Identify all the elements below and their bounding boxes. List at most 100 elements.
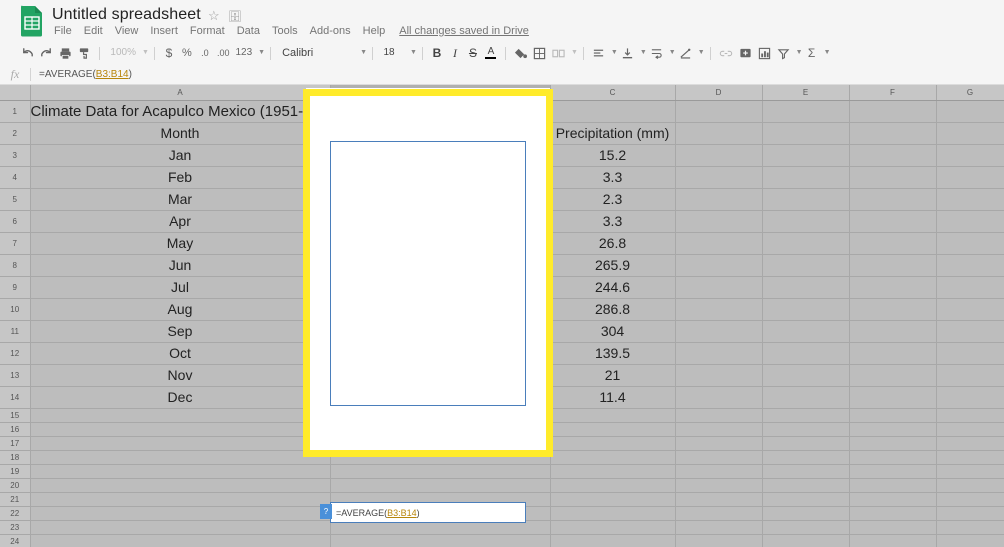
more-formats-button[interactable]: 123 bbox=[232, 44, 255, 62]
spreadsheet-grid[interactable]: A B C D E F G 1 Climate Data for Acapulc… bbox=[0, 85, 1004, 547]
cell-g10[interactable] bbox=[936, 298, 1004, 321]
cell-g8[interactable] bbox=[936, 254, 1004, 277]
borders-icon[interactable] bbox=[530, 44, 549, 62]
redo-icon[interactable] bbox=[37, 44, 56, 62]
row-header-11[interactable]: 11 bbox=[0, 320, 31, 343]
cell-f2[interactable] bbox=[849, 122, 937, 145]
bold-button[interactable]: B bbox=[428, 44, 446, 62]
cell-d8[interactable] bbox=[675, 254, 763, 277]
cell-e20[interactable] bbox=[762, 478, 850, 493]
cell-e18[interactable] bbox=[762, 450, 850, 465]
chevron-down-icon[interactable]: ▼ bbox=[142, 44, 149, 62]
row-header-24[interactable]: 24 bbox=[0, 534, 31, 547]
row-header-10[interactable]: 10 bbox=[0, 298, 31, 321]
cell-d5[interactable] bbox=[675, 188, 763, 211]
column-header-a[interactable]: A bbox=[30, 85, 331, 101]
cell-a15[interactable] bbox=[30, 408, 331, 423]
cell-c3[interactable]: 15.2 bbox=[550, 144, 676, 167]
cell-c7[interactable]: 26.8 bbox=[550, 232, 676, 255]
cell-g15[interactable] bbox=[936, 408, 1004, 423]
cell-f7[interactable] bbox=[849, 232, 937, 255]
insert-link-icon[interactable] bbox=[716, 44, 736, 62]
cell-c20[interactable] bbox=[550, 478, 676, 493]
row-header-23[interactable]: 23 bbox=[0, 520, 31, 535]
cell-f11[interactable] bbox=[849, 320, 937, 343]
cell-g3[interactable] bbox=[936, 144, 1004, 167]
cell-a1[interactable]: Climate Data for Acapulco Mexico (1951-2… bbox=[30, 100, 330, 123]
cell-c4[interactable]: 3.3 bbox=[550, 166, 676, 189]
currency-format-button[interactable]: $ bbox=[160, 44, 178, 62]
cell-a17[interactable] bbox=[30, 436, 331, 451]
cell-g22[interactable] bbox=[936, 506, 1004, 521]
merge-cells-icon[interactable] bbox=[549, 44, 568, 62]
cell-f1[interactable] bbox=[849, 100, 937, 123]
row-header-1[interactable]: 1 bbox=[0, 100, 31, 123]
cell-f6[interactable] bbox=[849, 210, 937, 233]
cell-a7[interactable]: May bbox=[30, 232, 331, 255]
cell-g2[interactable] bbox=[936, 122, 1004, 145]
menu-item-insert[interactable]: Insert bbox=[144, 24, 184, 39]
cell-e24[interactable] bbox=[762, 534, 850, 547]
cell-f4[interactable] bbox=[849, 166, 937, 189]
cell-d15[interactable] bbox=[675, 408, 763, 423]
undo-icon[interactable] bbox=[18, 44, 37, 62]
menu-item-help[interactable]: Help bbox=[357, 24, 392, 39]
fill-color-icon[interactable] bbox=[511, 44, 530, 62]
cell-e5[interactable] bbox=[762, 188, 850, 211]
print-icon[interactable] bbox=[56, 44, 75, 62]
cell-e12[interactable] bbox=[762, 342, 850, 365]
cell-g19[interactable] bbox=[936, 464, 1004, 479]
cell-e19[interactable] bbox=[762, 464, 850, 479]
cell-d10[interactable] bbox=[675, 298, 763, 321]
cell-g7[interactable] bbox=[936, 232, 1004, 255]
chevron-down-icon[interactable]: ▼ bbox=[410, 44, 417, 62]
cell-e17[interactable] bbox=[762, 436, 850, 451]
cell-c21[interactable] bbox=[550, 492, 676, 507]
cell-g5[interactable] bbox=[936, 188, 1004, 211]
cell-d1[interactable] bbox=[675, 100, 763, 123]
cell-f9[interactable] bbox=[849, 276, 937, 299]
horizontal-align-icon[interactable] bbox=[589, 44, 608, 62]
row-header-12[interactable]: 12 bbox=[0, 342, 31, 365]
cell-a14[interactable]: Dec bbox=[30, 386, 331, 409]
cell-d22[interactable] bbox=[675, 506, 763, 521]
cell-e9[interactable] bbox=[762, 276, 850, 299]
cell-d6[interactable] bbox=[675, 210, 763, 233]
cell-c11[interactable]: 304 bbox=[550, 320, 676, 343]
cell-e3[interactable] bbox=[762, 144, 850, 167]
text-rotation-icon[interactable] bbox=[676, 44, 695, 62]
font-family-select[interactable]: Calibri bbox=[276, 44, 342, 62]
cell-a19[interactable] bbox=[30, 464, 331, 479]
chevron-down-icon[interactable]: ▼ bbox=[796, 44, 803, 62]
cell-d12[interactable] bbox=[675, 342, 763, 365]
row-header-9[interactable]: 9 bbox=[0, 276, 31, 299]
percent-format-button[interactable]: % bbox=[178, 44, 196, 62]
cell-f21[interactable] bbox=[849, 492, 937, 507]
chevron-down-icon[interactable]: ▼ bbox=[360, 44, 367, 62]
cell-c5[interactable]: 2.3 bbox=[550, 188, 676, 211]
menu-item-format[interactable]: Format bbox=[184, 24, 231, 39]
formula-input[interactable]: =AVERAGE(B3:B14) bbox=[39, 69, 132, 80]
cell-c8[interactable]: 265.9 bbox=[550, 254, 676, 277]
active-cell-editor[interactable]: =AVERAGE(B3:B14) bbox=[330, 502, 526, 523]
row-header-8[interactable]: 8 bbox=[0, 254, 31, 277]
insert-comment-icon[interactable] bbox=[736, 44, 755, 62]
vertical-align-icon[interactable] bbox=[618, 44, 637, 62]
menu-item-addons[interactable]: Add-ons bbox=[304, 24, 357, 39]
chevron-down-icon[interactable]: ▼ bbox=[571, 44, 578, 62]
cell-a4[interactable]: Feb bbox=[30, 166, 331, 189]
cell-c12[interactable]: 139.5 bbox=[550, 342, 676, 365]
cell-a5[interactable]: Mar bbox=[30, 188, 331, 211]
cell-a16[interactable] bbox=[30, 422, 331, 437]
cell-f3[interactable] bbox=[849, 144, 937, 167]
cell-e8[interactable] bbox=[762, 254, 850, 277]
cell-f18[interactable] bbox=[849, 450, 937, 465]
cell-e1[interactable] bbox=[762, 100, 850, 123]
row-header-19[interactable]: 19 bbox=[0, 464, 31, 479]
cell-g11[interactable] bbox=[936, 320, 1004, 343]
cell-e6[interactable] bbox=[762, 210, 850, 233]
formula-help-badge[interactable]: ? bbox=[320, 504, 332, 519]
cell-f14[interactable] bbox=[849, 386, 937, 409]
move-to-folder-icon[interactable]: 🗄 bbox=[228, 11, 242, 23]
cell-d19[interactable] bbox=[675, 464, 763, 479]
